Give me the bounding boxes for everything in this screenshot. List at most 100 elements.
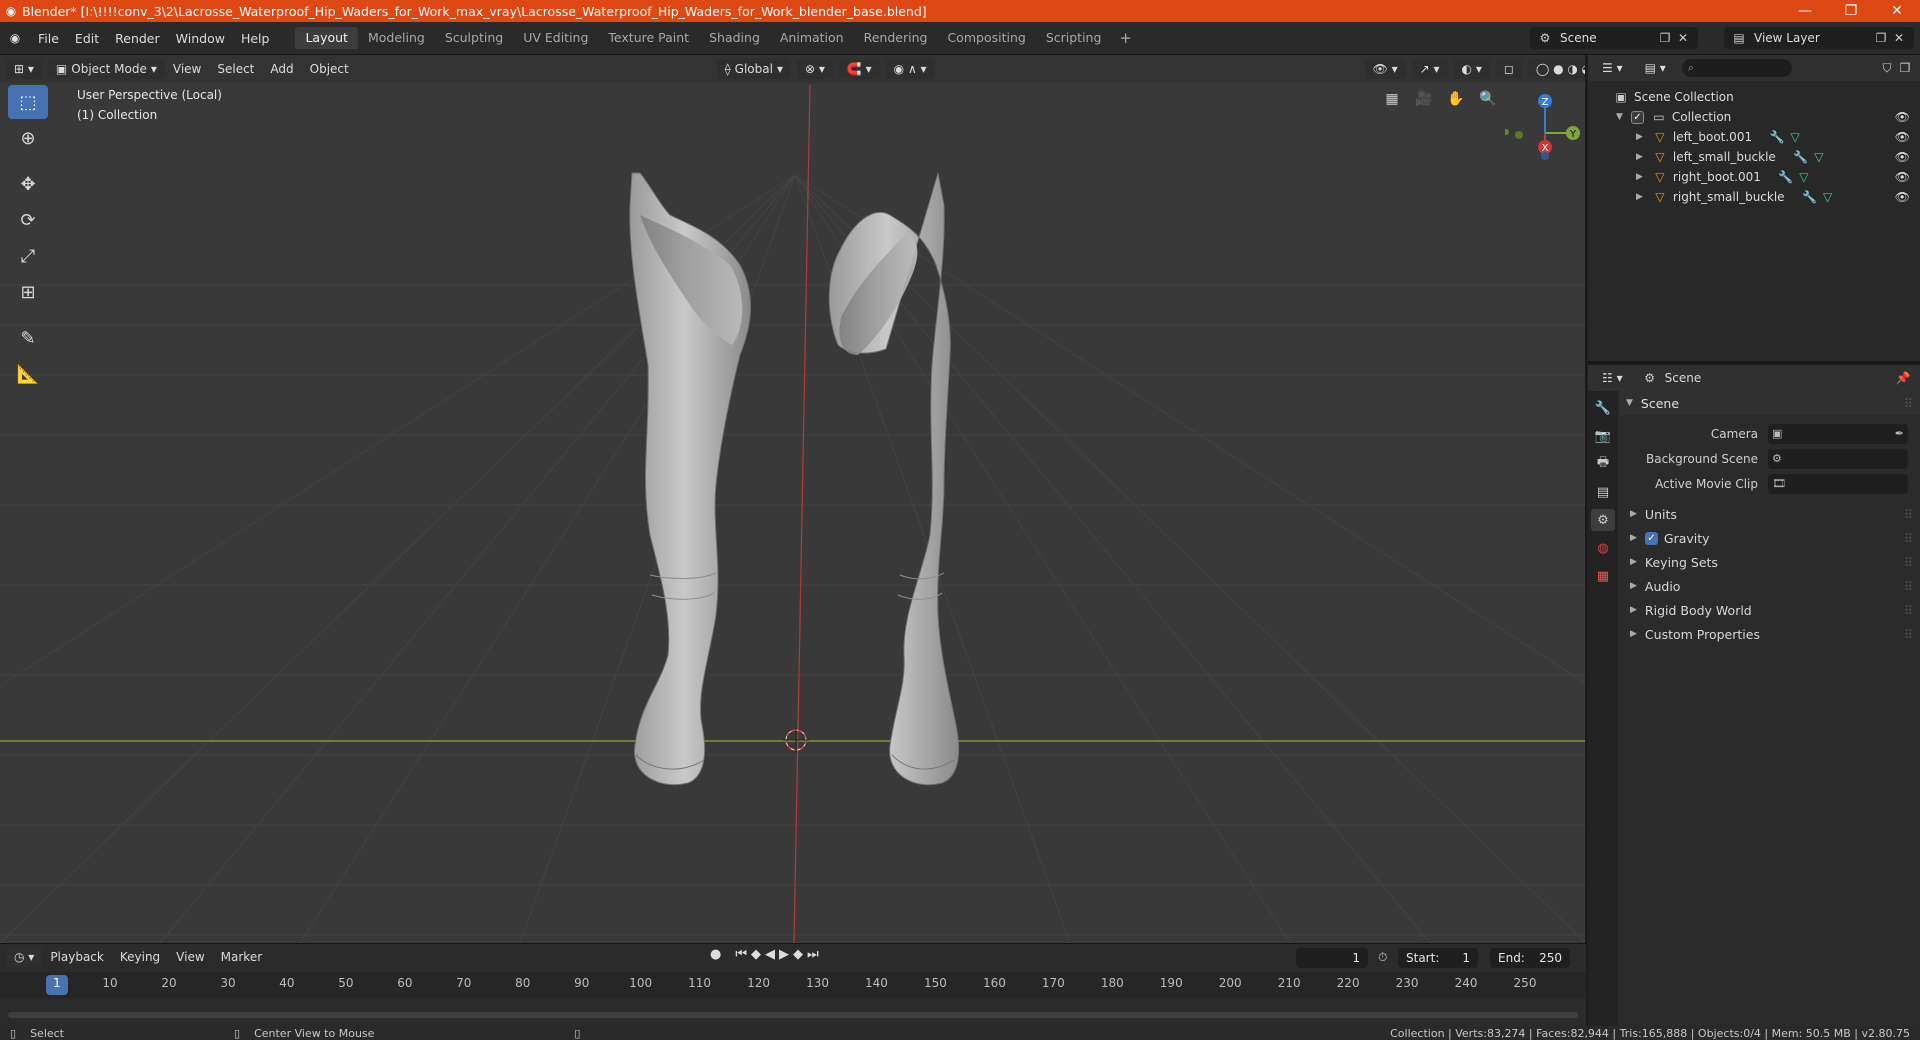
expand-icon[interactable]: ▶	[1636, 192, 1643, 202]
proportional-edit-button[interactable]: ◉ ∧ ▾	[885, 59, 935, 79]
left-boot-mesh[interactable]	[629, 172, 751, 786]
drag-handle-icon[interactable]: ⠿	[1904, 396, 1913, 411]
pin-icon[interactable]: 📌	[1894, 369, 1912, 387]
eye-icon[interactable]: 👁	[1895, 190, 1910, 204]
prev-keyframe-icon[interactable]: ◆	[751, 947, 761, 962]
timeline-scrollbar[interactable]	[8, 1012, 1578, 1018]
xray-toggle-button[interactable]: ◻	[1495, 59, 1522, 79]
eye-icon[interactable]: 👁	[1895, 170, 1910, 184]
drag-handle-icon[interactable]: ⠿	[1904, 555, 1913, 570]
outliner-item-right-boot[interactable]: ▶ ▽ right_boot.001 🔧 ▽ 👁	[1588, 167, 1920, 187]
play-reverse-icon[interactable]: ◀	[765, 947, 775, 962]
display-mode-button[interactable]: ▤ ▾	[1636, 58, 1674, 78]
viewport-menu-view[interactable]: View	[165, 62, 209, 76]
start-frame-field[interactable]: Start: 1	[1398, 948, 1478, 968]
shading-mode-buttons[interactable]: ◯ ● ◑ ◕ ▾	[1527, 59, 1585, 79]
select-box-tool-icon[interactable]: ⬚	[8, 85, 48, 119]
timeline-menu-view[interactable]: View	[168, 950, 212, 964]
camera-field[interactable]: ▣ ✒	[1768, 423, 1908, 444]
camera-view-icon[interactable]: 🎥	[1412, 87, 1436, 111]
outliner-item-left-buckle[interactable]: ▶ ▽ left_small_buckle 🔧 ▽ 👁	[1588, 147, 1920, 167]
add-workspace-button[interactable]: +	[1111, 27, 1140, 49]
audio-panel-header[interactable]: ▶ Audio ⠿	[1620, 574, 1920, 598]
units-panel-header[interactable]: ▶ Units ⠿	[1620, 502, 1920, 526]
tool-settings-tab-icon[interactable]: 🔧	[1591, 397, 1615, 419]
menu-help[interactable]: Help	[233, 31, 278, 46]
background-scene-field[interactable]: ⚙	[1768, 448, 1908, 469]
tab-layout[interactable]: Layout	[295, 27, 358, 49]
expand-icon[interactable]: ▶	[1636, 152, 1643, 162]
active-movie-clip-field[interactable]: 🎞	[1768, 473, 1908, 494]
grid-view-icon[interactable]: ▦	[1380, 87, 1404, 111]
texture-tab-icon[interactable]: ▦	[1591, 565, 1615, 587]
tab-shading[interactable]: Shading	[699, 27, 770, 49]
cursor-tool-icon[interactable]: ⊕	[8, 121, 48, 155]
gravity-panel-header[interactable]: ▶ ✓ Gravity ⠿	[1620, 526, 1920, 550]
new-scene-icon[interactable]: ❐	[1656, 29, 1674, 47]
end-frame-field[interactable]: End: 250	[1490, 948, 1570, 968]
record-icon[interactable]: ●	[710, 947, 721, 962]
mode-selector[interactable]: ▣ Object Mode ▾	[47, 59, 165, 79]
overlay-toggle-button[interactable]: ◐ ▾	[1453, 59, 1490, 79]
outliner-scene-collection[interactable]: ▣ Scene Collection	[1588, 87, 1920, 107]
jump-start-icon[interactable]: ⏮	[735, 947, 747, 962]
menu-window[interactable]: Window	[168, 31, 233, 46]
scale-tool-icon[interactable]: ⤢	[8, 239, 48, 273]
delete-scene-icon[interactable]: ✕	[1674, 29, 1692, 47]
delete-view-layer-icon[interactable]: ✕	[1890, 29, 1908, 47]
outliner-search-input[interactable]: ⌕	[1681, 59, 1792, 77]
3d-viewport[interactable]: ⊞ ▾ ▣ Object Mode ▾ View Select Add Obje…	[0, 55, 1586, 943]
blender-menu-icon[interactable]: ◉	[0, 31, 30, 45]
timeline-ruler[interactable]: 1 10 20 30 40 50 60 70 80 90 100 110 120 130 140 150 160…	[0, 972, 1586, 998]
tab-uv-editing[interactable]: UV Editing	[513, 27, 598, 49]
transform-orientation-selector[interactable]: ⟠ Global ▾	[716, 59, 791, 79]
drag-handle-icon[interactable]: ⠿	[1904, 507, 1913, 522]
rigid-body-world-panel-header[interactable]: ▶ Rigid Body World ⠿	[1620, 598, 1920, 622]
right-boot-mesh[interactable]	[828, 172, 960, 786]
scene-panel-header[interactable]: ▼ Scene ⠿	[1620, 391, 1920, 415]
expand-icon[interactable]: ▶	[1636, 172, 1643, 182]
properties-editor-type-button[interactable]: ☷ ▾	[1594, 368, 1631, 388]
drag-handle-icon[interactable]: ⠿	[1904, 579, 1913, 594]
navigation-gizmo[interactable]: Z Y X	[1505, 85, 1585, 160]
new-view-layer-icon[interactable]: ❐	[1872, 29, 1890, 47]
outliner-editor-type-button[interactable]: ☰ ▾	[1594, 58, 1631, 78]
timeline-menu-playback[interactable]: Playback	[42, 950, 112, 964]
maximize-button[interactable]: ❐	[1828, 0, 1874, 22]
eye-icon[interactable]: 👁	[1895, 130, 1910, 144]
tab-animation[interactable]: Animation	[770, 27, 854, 49]
render-tab-icon[interactable]: 📷	[1591, 425, 1615, 447]
collection-checkbox[interactable]: ✓	[1630, 110, 1644, 124]
transform-tool-icon[interactable]: ⊞	[8, 275, 48, 309]
menu-file[interactable]: File	[30, 31, 67, 46]
view-layer-tab-icon[interactable]: ▤	[1591, 481, 1615, 503]
tab-scripting[interactable]: Scripting	[1036, 27, 1112, 49]
scene-tab-icon[interactable]: ⚙	[1591, 509, 1615, 531]
keying-sets-panel-header[interactable]: ▶ Keying Sets ⠿	[1620, 550, 1920, 574]
drag-handle-icon[interactable]: ⠿	[1904, 627, 1913, 642]
menu-edit[interactable]: Edit	[67, 31, 107, 46]
close-button[interactable]: ✕	[1874, 0, 1920, 22]
visibility-button[interactable]: 👁 ▾	[1364, 59, 1406, 79]
timeline-menu-keying[interactable]: Keying	[112, 950, 168, 964]
eye-icon[interactable]: 👁	[1895, 110, 1910, 124]
tab-sculpting[interactable]: Sculpting	[435, 27, 513, 49]
measure-tool-icon[interactable]: 📐	[8, 357, 48, 391]
timeline-editor-type-button[interactable]: ◷ ▾	[6, 947, 43, 967]
expand-icon[interactable]: ▶	[1636, 132, 1643, 142]
tab-modeling[interactable]: Modeling	[358, 27, 435, 49]
eyedropper-icon[interactable]: ✒	[1895, 427, 1904, 440]
outliner-item-right-buckle[interactable]: ▶ ▽ right_small_buckle 🔧 ▽ 👁	[1588, 187, 1920, 207]
gizmo-toggle-button[interactable]: ↗ ▾	[1411, 59, 1448, 79]
current-frame-field[interactable]: 1	[1296, 948, 1368, 968]
expand-icon[interactable]: ▼	[1616, 112, 1623, 122]
pivot-point-button[interactable]: ⊗ ▾	[796, 59, 833, 79]
view-layer-selector[interactable]: ▤ View Layer ❐ ✕	[1724, 27, 1914, 49]
gravity-checkbox[interactable]: ✓	[1644, 531, 1658, 545]
viewport-menu-object[interactable]: Object	[302, 62, 357, 76]
world-tab-icon[interactable]: ◍	[1591, 537, 1615, 559]
filter-icon[interactable]: ⛉	[1878, 59, 1896, 77]
menu-render[interactable]: Render	[107, 31, 168, 46]
play-icon[interactable]: ▶	[779, 947, 789, 962]
new-collection-icon[interactable]: ❐	[1896, 59, 1914, 77]
